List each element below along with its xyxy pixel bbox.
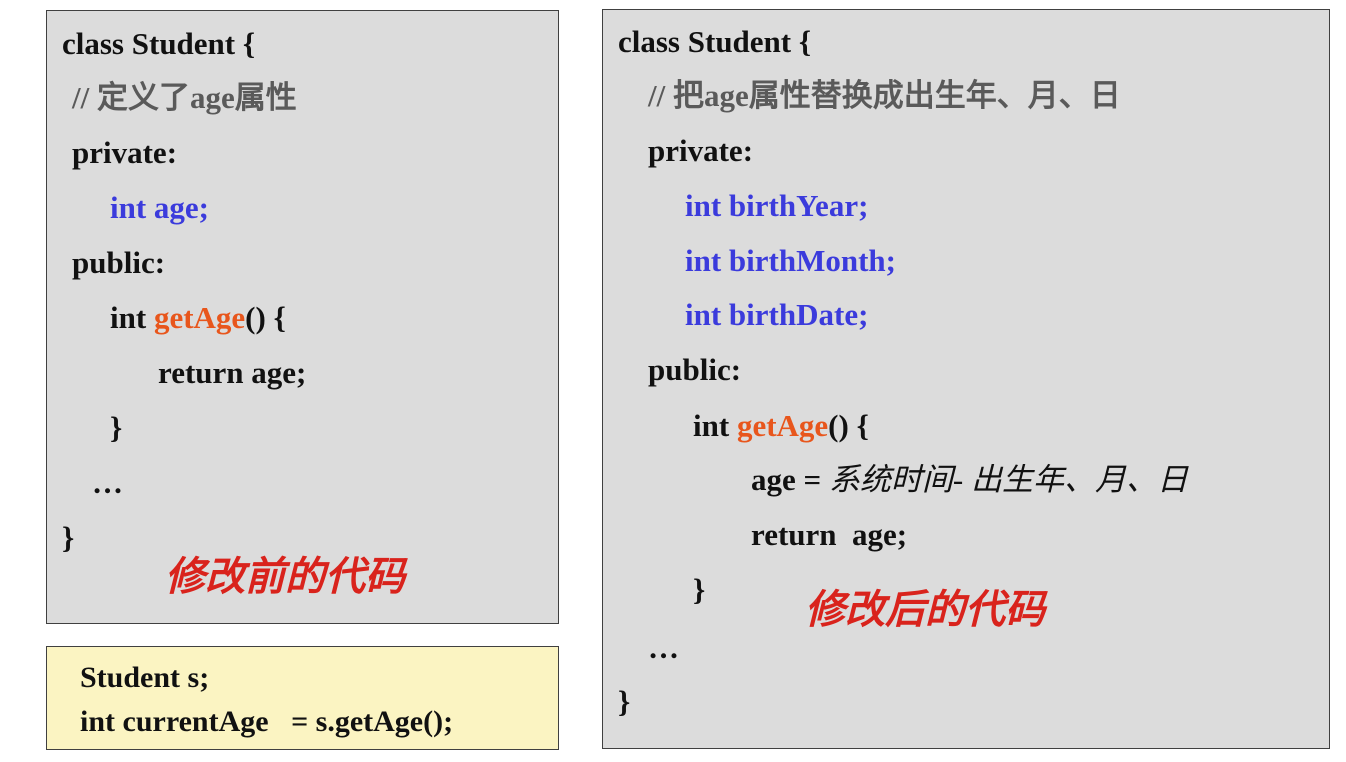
code-line-field-birthdate: int birthDate; (685, 297, 869, 332)
caption-before: 修改前的代码 (165, 554, 405, 600)
caption-after: 修改后的代码 (805, 587, 1045, 633)
code-token-age-assign: age = (751, 462, 829, 497)
code-line-age-calc: age = 系统时间- 出生年、月、日 (751, 462, 1188, 498)
usage-line-declare: Student s; (80, 661, 210, 694)
code-line-return: return age; (751, 517, 908, 552)
usage-line-call: int currentAge = s.getAge(); (80, 705, 454, 738)
code-comment: // 把age属性替换成出生年、月、日 (648, 78, 1121, 113)
code-line-public: public: (648, 352, 742, 387)
code-line-field-birthmonth: int birthMonth; (685, 243, 896, 278)
code-line-close-class: } (62, 520, 75, 555)
code-token-paren-brace: () { (245, 300, 286, 335)
code-line-close-method: } (693, 572, 706, 607)
code-line-method-decl: int getAge() { (693, 408, 869, 444)
code-token-getage: getAge (153, 300, 246, 335)
code-token-getage: getAge (736, 408, 829, 443)
code-line-field-birthyear: int birthYear; (685, 188, 869, 223)
code-line-class-decl: class Student { (62, 26, 256, 61)
code-line-ellipsis: … (648, 630, 679, 665)
code-line-private: private: (648, 133, 754, 168)
code-line-close-method: } (110, 410, 123, 445)
code-line-ellipsis: … (92, 465, 123, 500)
code-token-paren-brace: () { (828, 408, 869, 443)
code-line-class-decl: class Student { (618, 24, 812, 59)
code-line-method-decl: int getAge() { (110, 300, 286, 336)
code-comment: // 定义了age属性 (72, 80, 297, 115)
code-line-return: return age; (158, 355, 307, 390)
code-line-close-class: } (618, 684, 631, 719)
code-line-public: public: (72, 245, 166, 280)
code-token-calc-note: 系统时间- 出生年、月、日 (828, 462, 1189, 497)
code-line-private: private: (72, 135, 178, 170)
code-token-int: int (693, 408, 737, 443)
code-line-field-age: int age; (110, 190, 210, 225)
code-token-int: int (110, 300, 154, 335)
